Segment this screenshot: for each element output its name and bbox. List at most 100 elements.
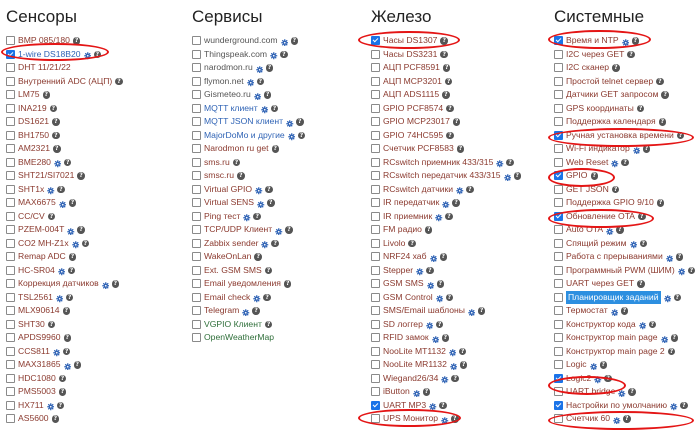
help-icon[interactable]: ?	[506, 158, 514, 166]
module-label[interactable]: GPIO	[566, 169, 588, 183]
help-icon[interactable]: ?	[285, 226, 293, 234]
module-row-uart-bridge[interactable]: UART bridge?	[554, 385, 695, 399]
gear-icon[interactable]	[286, 118, 294, 128]
gear-icon[interactable]	[431, 334, 439, 344]
help-icon[interactable]: ?	[56, 401, 65, 409]
gear-icon[interactable]	[53, 348, 61, 357]
module-checkbox[interactable]	[6, 184, 15, 194]
module-checkbox[interactable]	[554, 103, 563, 113]
module-checkbox[interactable]	[6, 63, 15, 73]
module-checkbox[interactable]	[371, 63, 380, 73]
module-label[interactable]: Настройки по умолчанию	[566, 399, 667, 413]
module-checkbox[interactable]	[192, 252, 201, 262]
help-icon[interactable]: ?	[52, 118, 60, 126]
module-checkbox[interactable]	[371, 211, 380, 221]
help-icon[interactable]: ?	[63, 334, 72, 342]
module-label[interactable]: GET JSON	[566, 183, 609, 197]
module-checkbox[interactable]	[192, 103, 201, 113]
help-icon[interactable]: ?	[263, 293, 271, 301]
module-row-1-wire-ds18b20[interactable]: 1-wire DS18B20?	[6, 48, 123, 62]
module-label[interactable]: Простой telnet сервер	[566, 75, 653, 89]
gear-icon[interactable]	[468, 307, 476, 317]
module-checkbox[interactable]	[554, 49, 563, 59]
gear-icon[interactable]	[450, 361, 458, 371]
module-checkbox[interactable]	[192, 184, 201, 194]
module-checkbox[interactable]	[192, 90, 201, 100]
gear-icon[interactable]	[426, 321, 434, 330]
help-icon[interactable]: ?	[265, 185, 273, 193]
help-icon[interactable]: ?	[442, 91, 450, 99]
module-row-конструктор-кода[interactable]: Конструктор кода?	[554, 318, 695, 332]
module-label[interactable]: Поддержка GPIO 9/10	[566, 196, 654, 210]
help-icon[interactable]: ?	[611, 185, 620, 193]
module-row-smsc-ru[interactable]: smsc.ru?	[192, 169, 305, 183]
module-label[interactable]: VGPIO Клиент	[204, 318, 262, 332]
module-checkbox[interactable]	[371, 157, 380, 167]
module-label[interactable]: Часы DS1307	[383, 34, 437, 48]
module-label[interactable]: Поддержка календаря	[566, 115, 656, 129]
gear-icon[interactable]	[63, 361, 71, 371]
gear-icon[interactable]	[429, 402, 437, 411]
module-label[interactable]: NRF24 хаб	[383, 250, 427, 264]
module-checkbox[interactable]	[6, 306, 15, 316]
help-icon[interactable]: ?	[452, 118, 461, 126]
help-icon[interactable]: ?	[252, 307, 260, 315]
help-icon[interactable]: ?	[631, 37, 640, 45]
help-icon[interactable]: ?	[466, 185, 474, 193]
module-label[interactable]: 1-wire DS18B20	[18, 48, 81, 62]
module-label[interactable]: AM2321	[18, 142, 50, 156]
gear-icon[interactable]	[58, 267, 66, 276]
module-row-ручная-установка-времени[interactable]: Ручная установка времени?	[554, 129, 695, 143]
module-checkbox[interactable]	[371, 306, 380, 316]
module-checkbox[interactable]	[371, 76, 380, 86]
help-icon[interactable]: ?	[52, 131, 60, 139]
help-icon[interactable]: ?	[424, 226, 433, 234]
module-label[interactable]: BH1750	[18, 129, 49, 143]
module-row-i2c-через-get[interactable]: I2C через GET?	[554, 48, 695, 62]
module-label[interactable]: Конструктор main page	[566, 331, 658, 345]
module-label[interactable]: Спящий режим	[566, 237, 627, 251]
help-icon[interactable]: ?	[267, 199, 275, 207]
module-checkbox[interactable]	[554, 414, 563, 424]
help-icon[interactable]: ?	[58, 388, 67, 396]
module-label[interactable]: Ext. GSM SMS	[204, 264, 262, 278]
module-checkbox[interactable]	[371, 252, 380, 262]
module-checkbox[interactable]	[6, 346, 15, 356]
module-label[interactable]: Remap ADC	[18, 250, 66, 264]
module-checkbox[interactable]	[554, 76, 563, 86]
module-label[interactable]: AS5600	[18, 412, 49, 426]
module-label[interactable]: Часы DS3231	[383, 48, 437, 62]
module-checkbox[interactable]	[371, 360, 380, 370]
module-row-flymon-net[interactable]: flymon.net?	[192, 75, 305, 89]
module-checkbox[interactable]	[554, 130, 563, 140]
module-checkbox[interactable]	[371, 373, 380, 383]
module-checkbox[interactable]	[554, 292, 563, 302]
gear-icon[interactable]	[58, 199, 67, 209]
module-row-rcswitch-датчики[interactable]: RCswitch датчики?	[371, 183, 521, 197]
help-icon[interactable]: ?	[628, 388, 636, 396]
module-checkbox[interactable]	[554, 265, 563, 275]
help-icon[interactable]: ?	[280, 50, 288, 58]
module-checkbox[interactable]	[6, 198, 15, 208]
module-checkbox[interactable]	[6, 225, 15, 235]
module-label[interactable]: CO2 MH-Z1x	[18, 237, 69, 251]
module-row-tsl2561[interactable]: TSL2561?	[6, 291, 123, 305]
module-row-stepper[interactable]: Stepper?	[371, 264, 521, 278]
help-icon[interactable]: ?	[47, 212, 56, 220]
module-row-co2-mh-z1x[interactable]: CO2 MH-Z1x?	[6, 237, 123, 251]
help-icon[interactable]: ?	[271, 239, 279, 247]
module-row-as5600[interactable]: AS5600?	[6, 412, 123, 426]
module-label[interactable]: INA219	[18, 102, 47, 116]
module-row-термостат[interactable]: Термостат?	[554, 304, 695, 318]
module-label[interactable]: UPS Монитор	[383, 412, 438, 426]
module-label[interactable]: Logic	[566, 358, 587, 372]
module-label[interactable]: Планировщик заданий	[566, 290, 661, 304]
module-label[interactable]: Logic2	[566, 372, 591, 386]
gear-icon[interactable]	[442, 199, 450, 209]
module-label[interactable]: Программный PWM (ШИМ)	[566, 264, 675, 278]
module-checkbox[interactable]	[6, 157, 15, 167]
module-row-max6675[interactable]: MAX6675?	[6, 196, 123, 210]
module-row-ibutton[interactable]: iButton?	[371, 385, 521, 399]
module-checkbox[interactable]	[6, 360, 15, 370]
module-checkbox[interactable]	[6, 333, 15, 343]
